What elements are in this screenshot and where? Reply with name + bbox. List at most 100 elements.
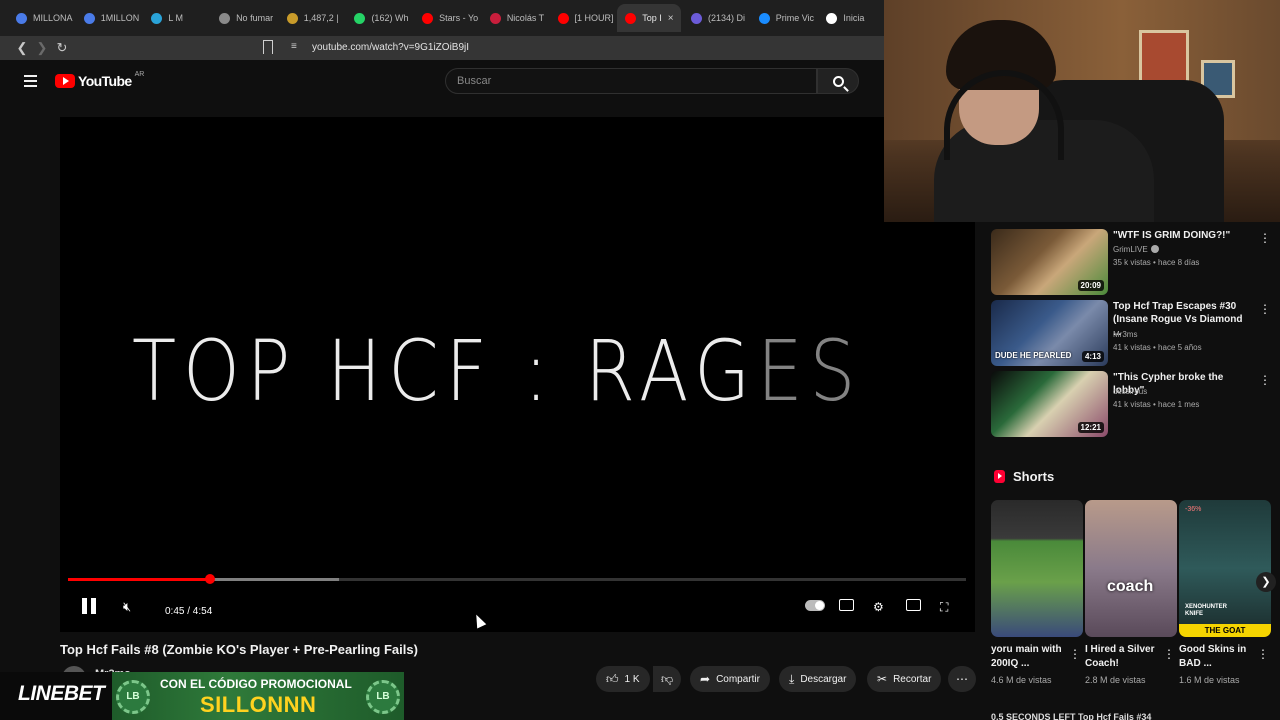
tab-close-icon[interactable]: × — [668, 13, 674, 24]
fullscreen-icon[interactable]: ⛶ — [940, 597, 948, 617]
recommendation-channel[interactable]: GrimLIVE — [1113, 245, 1159, 254]
search-input[interactable]: Buscar — [445, 68, 817, 94]
download-icon: ⤓ — [789, 671, 795, 686]
more-vertical-icon[interactable]: ⋮ — [1069, 647, 1081, 661]
download-button[interactable]: ⤓ Descargar — [779, 666, 857, 692]
clip-button[interactable]: ✂︎ Recortar — [867, 666, 942, 692]
tab-label: L M — [168, 13, 184, 23]
recommendation-channel[interactable]: dessirous — [1113, 387, 1147, 396]
video-frame-text: TOP HCF : RAGES — [132, 322, 855, 432]
browser-tab[interactable]: Prime Vic — [751, 4, 817, 32]
browser-tab[interactable]: MILLONA — [8, 4, 74, 32]
settings-gear-icon[interactable]: ⚙︎ — [873, 597, 884, 617]
browser-tab[interactable]: 1MILLON — [76, 4, 142, 32]
shorts-icon — [994, 470, 1005, 483]
short-title[interactable]: I Hired a Silver Coach! — [1085, 643, 1161, 671]
country-code: AR — [134, 70, 145, 78]
short-views: 2.8 M de vistas — [1085, 675, 1146, 685]
tab-favicon-icon — [758, 12, 770, 24]
browser-tab[interactable]: [1 HOUR] — [550, 4, 616, 32]
short-item[interactable]: yoru main with 200IQ ... 4.6 M de vistas ⋮ — [991, 500, 1083, 685]
thumbnail-tag-text: XENOHUNTER KNIFE — [1185, 604, 1228, 617]
url-text[interactable]: youtube.com/watch?v=9G1iZOiB9jI — [312, 42, 469, 53]
bookmark-icon[interactable] — [263, 40, 273, 54]
like-button[interactable]: 👍︎ 1 K — [596, 666, 650, 692]
shorts-next-button[interactable]: ❯ — [1256, 572, 1276, 592]
dislike-button[interactable]: 👎︎ — [653, 666, 682, 692]
browser-tab[interactable]: Inicia — [818, 4, 884, 32]
recommendation-channel[interactable]: Mr3ms — [1113, 330, 1137, 339]
short-title[interactable]: Good Skins in BAD ... — [1179, 643, 1255, 671]
menu-icon[interactable] — [24, 75, 37, 87]
time-display: 0:45 / 4:54 — [165, 605, 213, 617]
scrubber-handle[interactable] — [204, 574, 215, 584]
forward-icon[interactable]: ❯ — [32, 40, 52, 56]
short-thumbnail[interactable] — [991, 500, 1083, 637]
like-count: 1 K — [624, 673, 640, 685]
browser-tab[interactable]: L M — [143, 4, 209, 32]
promo-brand: LINEBET — [18, 682, 105, 705]
back-icon[interactable]: ❮ — [12, 40, 32, 56]
recommendation-item[interactable]: DUDE HE PEARLED 4:13 Top Hcf Trap Escapes … — [991, 300, 1271, 368]
pause-button[interactable] — [82, 598, 96, 614]
more-actions-button[interactable]: ⋯ — [948, 666, 976, 692]
recommendation-thumbnail[interactable]: 20:09 — [991, 229, 1108, 295]
shorts-heading: Shorts — [1013, 469, 1055, 484]
channel-label: GrimLIVE — [1113, 245, 1148, 254]
browser-tab[interactable]: Top I × — [617, 4, 682, 32]
reload-icon[interactable]: ↻ — [52, 40, 72, 56]
frame-text-main: TOP HCF : RAG — [132, 322, 757, 420]
tab-favicon-icon — [422, 12, 434, 24]
browser-tab[interactable]: Stars - Yo — [414, 4, 480, 32]
thumbs-down-icon: 👎︎ — [661, 671, 674, 686]
tab-label: [1 HOUR] — [574, 13, 614, 23]
mute-icon[interactable]: 🔇︎ — [123, 597, 131, 617]
short-item[interactable]: coach I Hired a Silver Coach! 2.8 M de vis… — [1085, 500, 1177, 685]
recommendation-title[interactable]: "WTF IS GRIM DOING?!" — [1113, 229, 1253, 242]
tab-favicon-icon — [286, 12, 298, 24]
browser-tab-strip: MILLONA 1MILLON L M No fumar 1,487,2 | (162) … — [0, 0, 884, 36]
autoplay-toggle[interactable] — [805, 600, 825, 611]
share-button[interactable]: ➦ Compartir — [690, 666, 770, 692]
tab-label: Nicolás T — [506, 13, 545, 23]
recommendation-thumbnail[interactable]: DUDE HE PEARLED 4:13 — [991, 300, 1108, 366]
tab-favicon-icon — [219, 12, 231, 24]
recommendation-thumbnail[interactable]: 12:21 — [991, 371, 1108, 437]
more-vertical-icon[interactable]: ⋮ — [1257, 647, 1269, 661]
tab-label: Prime Vic — [775, 13, 815, 23]
tab-label: (2134) Di — [708, 13, 746, 23]
youtube-play-icon — [55, 74, 75, 88]
site-settings-icon[interactable]: ≡ — [291, 41, 297, 52]
tab-label: No fumar — [236, 13, 274, 23]
webcam-overlay — [884, 0, 1280, 222]
video-player[interactable]: TOP HCF : RAGES 🔇︎ 0:45 / 4:54 ⚙︎ ⛶ — [60, 117, 975, 632]
address-bar: ❮ ❯ ↻ ≡ youtube.com/watch?v=9G1iZOiB9jI — [0, 36, 884, 60]
browser-tab[interactable]: Nicolás T — [482, 4, 548, 32]
more-vertical-icon[interactable]: ⋮ — [1259, 373, 1271, 387]
search-button[interactable] — [817, 68, 859, 94]
browser-tab[interactable]: (2134) Di — [683, 4, 749, 32]
channel-label: Mr3ms — [1113, 330, 1138, 339]
next-recommendation-peek[interactable]: 0.5 SECONDS LEFT Top Hcf Fails #34 — [991, 712, 1271, 720]
short-thumbnail[interactable]: coach — [1085, 500, 1177, 637]
short-title[interactable]: yoru main with 200IQ ... — [991, 643, 1067, 671]
short-item[interactable]: -36% XENOHUNTER KNIFE THE GOAT Good Skins i… — [1179, 500, 1271, 685]
download-label: Descargar — [800, 673, 847, 685]
browser-tab[interactable]: No fumar — [211, 4, 277, 32]
share-label: Compartir — [716, 673, 760, 685]
browser-tab[interactable]: (162) Wh — [346, 4, 412, 32]
recommendation-item[interactable]: 20:09 "WTF IS GRIM DOING?!" GrimLIVE 35 k v… — [991, 229, 1271, 297]
miniplayer-icon[interactable] — [906, 599, 921, 611]
youtube-logo[interactable]: YouTube AR — [55, 70, 145, 89]
more-vertical-icon[interactable]: ⋮ — [1259, 302, 1271, 316]
short-thumbnail[interactable]: -36% XENOHUNTER KNIFE THE GOAT — [1179, 500, 1271, 637]
search-icon — [832, 75, 844, 87]
recommendation-item[interactable]: 12:21 "This Cypher broke the lobby" dessir… — [991, 371, 1271, 439]
scissors-icon: ✂︎ — [877, 672, 888, 686]
more-vertical-icon[interactable]: ⋮ — [1259, 231, 1271, 245]
progress-bar[interactable] — [68, 574, 966, 584]
more-vertical-icon[interactable]: ⋮ — [1163, 647, 1175, 661]
tab-favicon-icon — [625, 12, 637, 24]
browser-tab[interactable]: 1,487,2 | — [279, 4, 345, 32]
subtitles-icon[interactable] — [839, 599, 854, 611]
